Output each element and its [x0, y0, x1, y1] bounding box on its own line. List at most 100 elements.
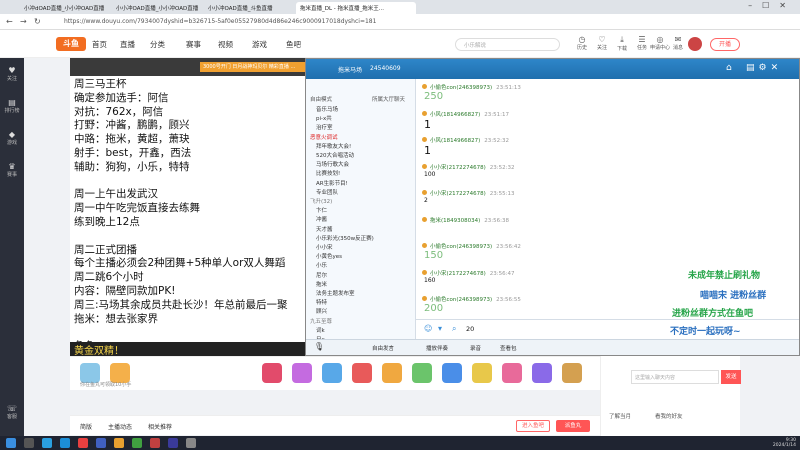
window-controls[interactable]: ▤⚙✕	[746, 63, 782, 73]
channel-list-item[interactable]: 天才酱	[316, 225, 333, 233]
back-icon[interactable]: ←	[6, 17, 13, 26]
channel-list-item[interactable]: AR生影节目!	[316, 179, 348, 187]
chat-message-user[interactable]: 小小宋(2172274678)	[430, 165, 486, 171]
channel-list-item[interactable]: 顾兴	[316, 307, 327, 315]
tab-simple[interactable]: 简版	[80, 422, 92, 431]
channel-list-item[interactable]: 法务主题发布室	[316, 289, 355, 297]
chevron-down-icon[interactable]: ▾	[438, 324, 442, 333]
sidebar-item-events[interactable]: ♛ 赛事	[0, 162, 24, 178]
chat-input[interactable]: 20	[466, 325, 474, 333]
record-button[interactable]: 录音	[470, 344, 481, 352]
chat-message-user[interactable]: 小风(1814966827)	[430, 112, 480, 118]
nav-games[interactable]: 游戏	[252, 39, 267, 50]
home-icon[interactable]: ⌂	[726, 63, 732, 73]
video-player[interactable]: 3000号开门 日月战神玛贝尔 精彩直播 ... 周三马王杯 确定参加选手：阿信对…	[70, 58, 305, 356]
channel-list-item[interactable]: 小乐彩光(350w反正赛)	[316, 234, 374, 242]
gift-item[interactable]	[502, 363, 522, 383]
channel-list-item[interactable]: 治疗室	[316, 123, 333, 131]
emoji-icon[interactable]: ☺	[424, 324, 432, 333]
gift-item[interactable]	[262, 363, 282, 383]
channel-list-item[interactable]: 飞升(32)	[310, 197, 332, 205]
gift-item[interactable]	[382, 363, 402, 383]
channel-list-item[interactable]: 词k	[316, 326, 325, 334]
gift-item[interactable]	[472, 363, 492, 383]
nav-events[interactable]: 赛事	[186, 39, 201, 50]
friend-tab[interactable]: 看我的好友	[655, 412, 683, 420]
app-icon[interactable]	[132, 438, 142, 448]
app-icon[interactable]	[186, 438, 196, 448]
channel-list-item[interactable]: 卞仁	[316, 206, 327, 214]
history-button[interactable]: ◷ 历史	[572, 35, 592, 51]
channel-list-item[interactable]: 马场行歌大会	[316, 160, 349, 168]
start-icon[interactable]	[6, 438, 16, 448]
channel-list-item[interactable]: 小小宋	[316, 243, 333, 251]
start-stream-button[interactable]: 开播	[710, 38, 740, 51]
nav-home[interactable]: 首页	[92, 39, 107, 50]
channel-list-item[interactable]: 特特	[316, 298, 327, 306]
channel-list-item[interactable]: 恶意火调试	[310, 133, 338, 141]
send-button[interactable]: 发送	[721, 370, 741, 384]
channel-list-item[interactable]: 拜年歌友大会!	[316, 142, 351, 150]
site-logo[interactable]: 斗鱼	[56, 37, 86, 51]
chat-message-user[interactable]: 小小宋(2172274678)	[430, 191, 486, 197]
window-controls[interactable]: –☐✕	[748, 1, 796, 10]
gift-item[interactable]	[292, 363, 312, 383]
steam-icon[interactable]	[42, 438, 52, 448]
gift-item[interactable]	[352, 363, 372, 383]
follow-button[interactable]: ♡ 关注	[592, 35, 612, 51]
browser-tab[interactable]: 小小冲OAD直播_斗鱼直播	[204, 2, 294, 14]
chat-message-user[interactable]: 小小宋(2172274678)	[430, 271, 486, 277]
gift-item[interactable]	[322, 363, 342, 383]
site-search-input[interactable]: 小乐解说	[455, 38, 560, 51]
browser-tab-active[interactable]: 拖米直播_DL - 拖米直播_拖米王...	[296, 2, 416, 14]
nav-yuba[interactable]: 鱼吧	[286, 39, 301, 50]
channel-list-item[interactable]: 音乐马场	[316, 105, 338, 113]
gift-item[interactable]	[80, 363, 100, 383]
tab-recommend[interactable]: 相关推荐	[148, 422, 172, 431]
mic-icon[interactable]: 🎙	[314, 342, 324, 351]
sidebar-item-ranking[interactable]: ▤ 排行榜	[0, 98, 24, 114]
channel-list-item[interactable]: 拖米	[316, 280, 327, 288]
gift-item[interactable]	[562, 363, 582, 383]
channel-list-item[interactable]: 小黄色yes	[316, 252, 342, 260]
app-icon[interactable]	[78, 438, 88, 448]
tab-dynamics[interactable]: 主播动态	[108, 422, 132, 431]
channel-list-item[interactable]: 冲酱	[316, 215, 327, 223]
danmu-input[interactable]: 这里输入聊天内容	[631, 370, 719, 384]
gift-item[interactable]	[442, 363, 462, 383]
channel-manage[interactable]: 所属大厅聊天	[372, 95, 405, 103]
search-icon[interactable]: ⌕	[452, 324, 456, 334]
channel-list-item[interactable]: 比赛技划!	[316, 169, 340, 177]
nav-video[interactable]: 视频	[218, 39, 233, 50]
message-button[interactable]: ✉ 消息	[668, 35, 688, 51]
app-icon[interactable]	[96, 438, 106, 448]
chat-message-user[interactable]: 拖米(1849308034)	[430, 218, 480, 224]
fish-ball-button[interactable]: 派鱼丸	[556, 420, 590, 432]
view-bag-button[interactable]: 查看包	[500, 344, 517, 352]
sidebar-item-follow[interactable]: ♥ 关注	[0, 66, 24, 82]
play-accompaniment-button[interactable]: 播放伴奏	[426, 344, 448, 352]
channel-list-item[interactable]: 九五至尊	[310, 317, 332, 325]
chat-message-user[interactable]: 小风(1814966827)	[430, 138, 480, 144]
nav-category[interactable]: 分类	[150, 39, 165, 50]
url-field[interactable]: https://www.douyu.com/7934007dyshid=b326…	[60, 17, 680, 28]
gift-item[interactable]	[110, 363, 130, 383]
download-button[interactable]: ⤓ 下载	[612, 35, 632, 52]
enter-yuba-button[interactable]: 进入鱼吧	[516, 420, 550, 432]
browser-tab[interactable]: 小冲dOAD直播_小小冲OAD直播	[20, 2, 110, 14]
avatar[interactable]	[688, 37, 702, 51]
gift-item[interactable]	[412, 363, 432, 383]
browser-tab[interactable]: 小小冲OAD直播_小小冲OAD直播	[112, 2, 202, 14]
channel-list-item[interactable]: 尼尔	[316, 271, 327, 279]
app-icon[interactable]	[114, 438, 124, 448]
gift-item[interactable]	[532, 363, 552, 383]
nav-live[interactable]: 直播	[120, 39, 135, 50]
sidebar-item-service[interactable]: ☏ 客服	[0, 404, 24, 420]
app-icon[interactable]	[150, 438, 160, 448]
edge-icon[interactable]	[60, 438, 70, 448]
channel-list-item[interactable]: 520大合唱活动	[316, 151, 354, 159]
sidebar-item-games[interactable]: ◆ 游戏	[0, 130, 24, 146]
refresh-icon[interactable]: ↻	[34, 17, 41, 26]
app-icon[interactable]	[168, 438, 178, 448]
channel-list-item[interactable]: pi-x共	[316, 114, 332, 122]
